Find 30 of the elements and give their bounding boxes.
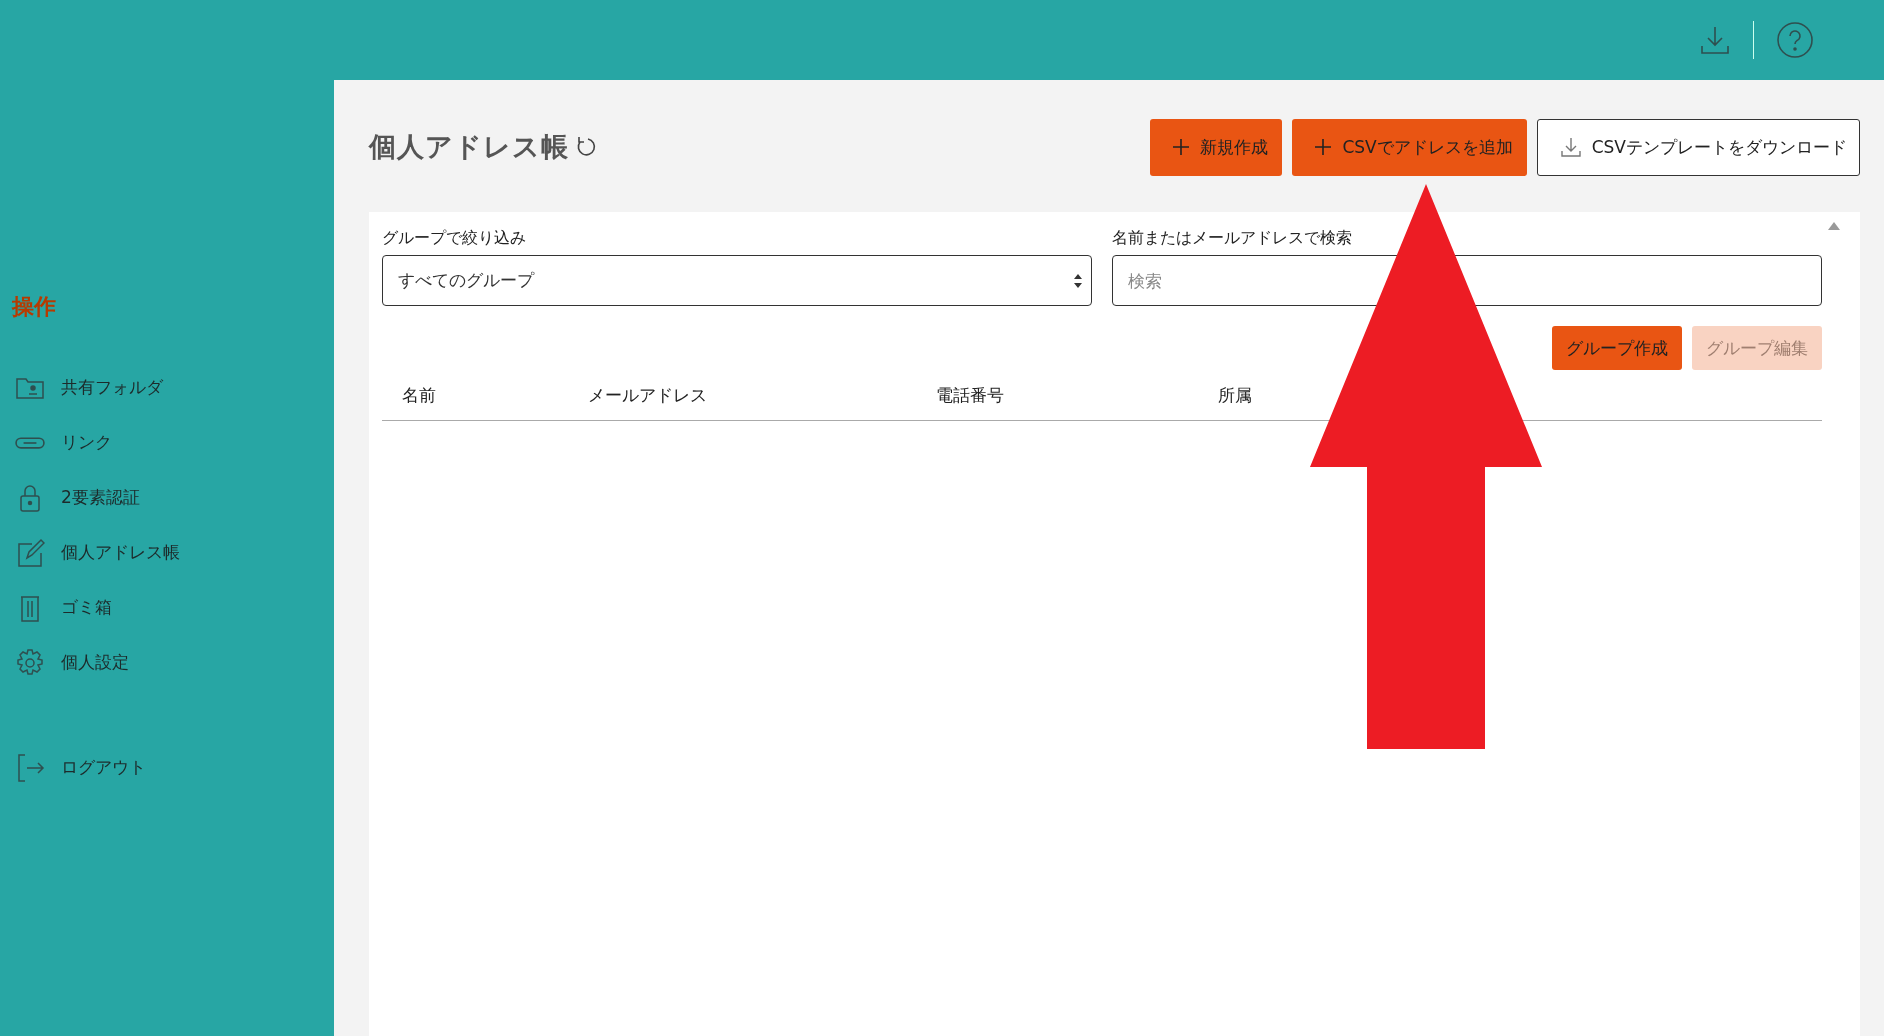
download-template-button[interactable]: CSVテンプレートをダウンロード	[1536, 118, 1860, 176]
plus-icon	[1314, 138, 1333, 156]
sidebar-item[interactable]: 個人設定	[0, 635, 129, 690]
column-header: 所属	[1218, 383, 1252, 407]
column-header: 電話番号	[936, 383, 1004, 407]
plus-icon	[1172, 138, 1191, 156]
link-icon	[15, 436, 45, 449]
sidebar-heading: 操作	[10, 293, 56, 321]
page-title: 個人アドレス帳	[369, 130, 569, 164]
logout-link[interactable]: ログアウト	[0, 740, 146, 795]
field-label: グループで絞り込み	[382, 228, 526, 249]
add-button[interactable]: 新規作成	[1150, 118, 1283, 176]
field-label: 名前またはメールアドレスで検索	[1112, 228, 1352, 249]
group-select[interactable]: すべてのグループ	[382, 255, 1092, 306]
column-header: メールアドレス	[588, 383, 707, 407]
column-header: 名前	[402, 383, 436, 407]
add-button[interactable]: CSVでアドレスを追加	[1292, 118, 1527, 176]
download-icon[interactable]	[1699, 24, 1731, 56]
logout-icon	[15, 752, 45, 783]
edit-icon	[15, 537, 45, 568]
sidebar-item[interactable]: ゴミ箱	[0, 580, 112, 635]
help-icon[interactable]	[1776, 21, 1814, 59]
sidebar-item[interactable]: 共有フォルダ	[0, 360, 163, 415]
download-icon	[1559, 136, 1582, 158]
sidebar-item[interactable]: 2要素認証	[0, 470, 140, 525]
sidebar-item[interactable]: 個人アドレス帳	[0, 525, 180, 580]
sidebar-item[interactable]: リンク	[0, 415, 112, 470]
group-button[interactable]: グループ作成	[1552, 326, 1682, 370]
scroll-up-icon[interactable]	[1828, 222, 1840, 230]
settings-icon	[15, 647, 45, 678]
